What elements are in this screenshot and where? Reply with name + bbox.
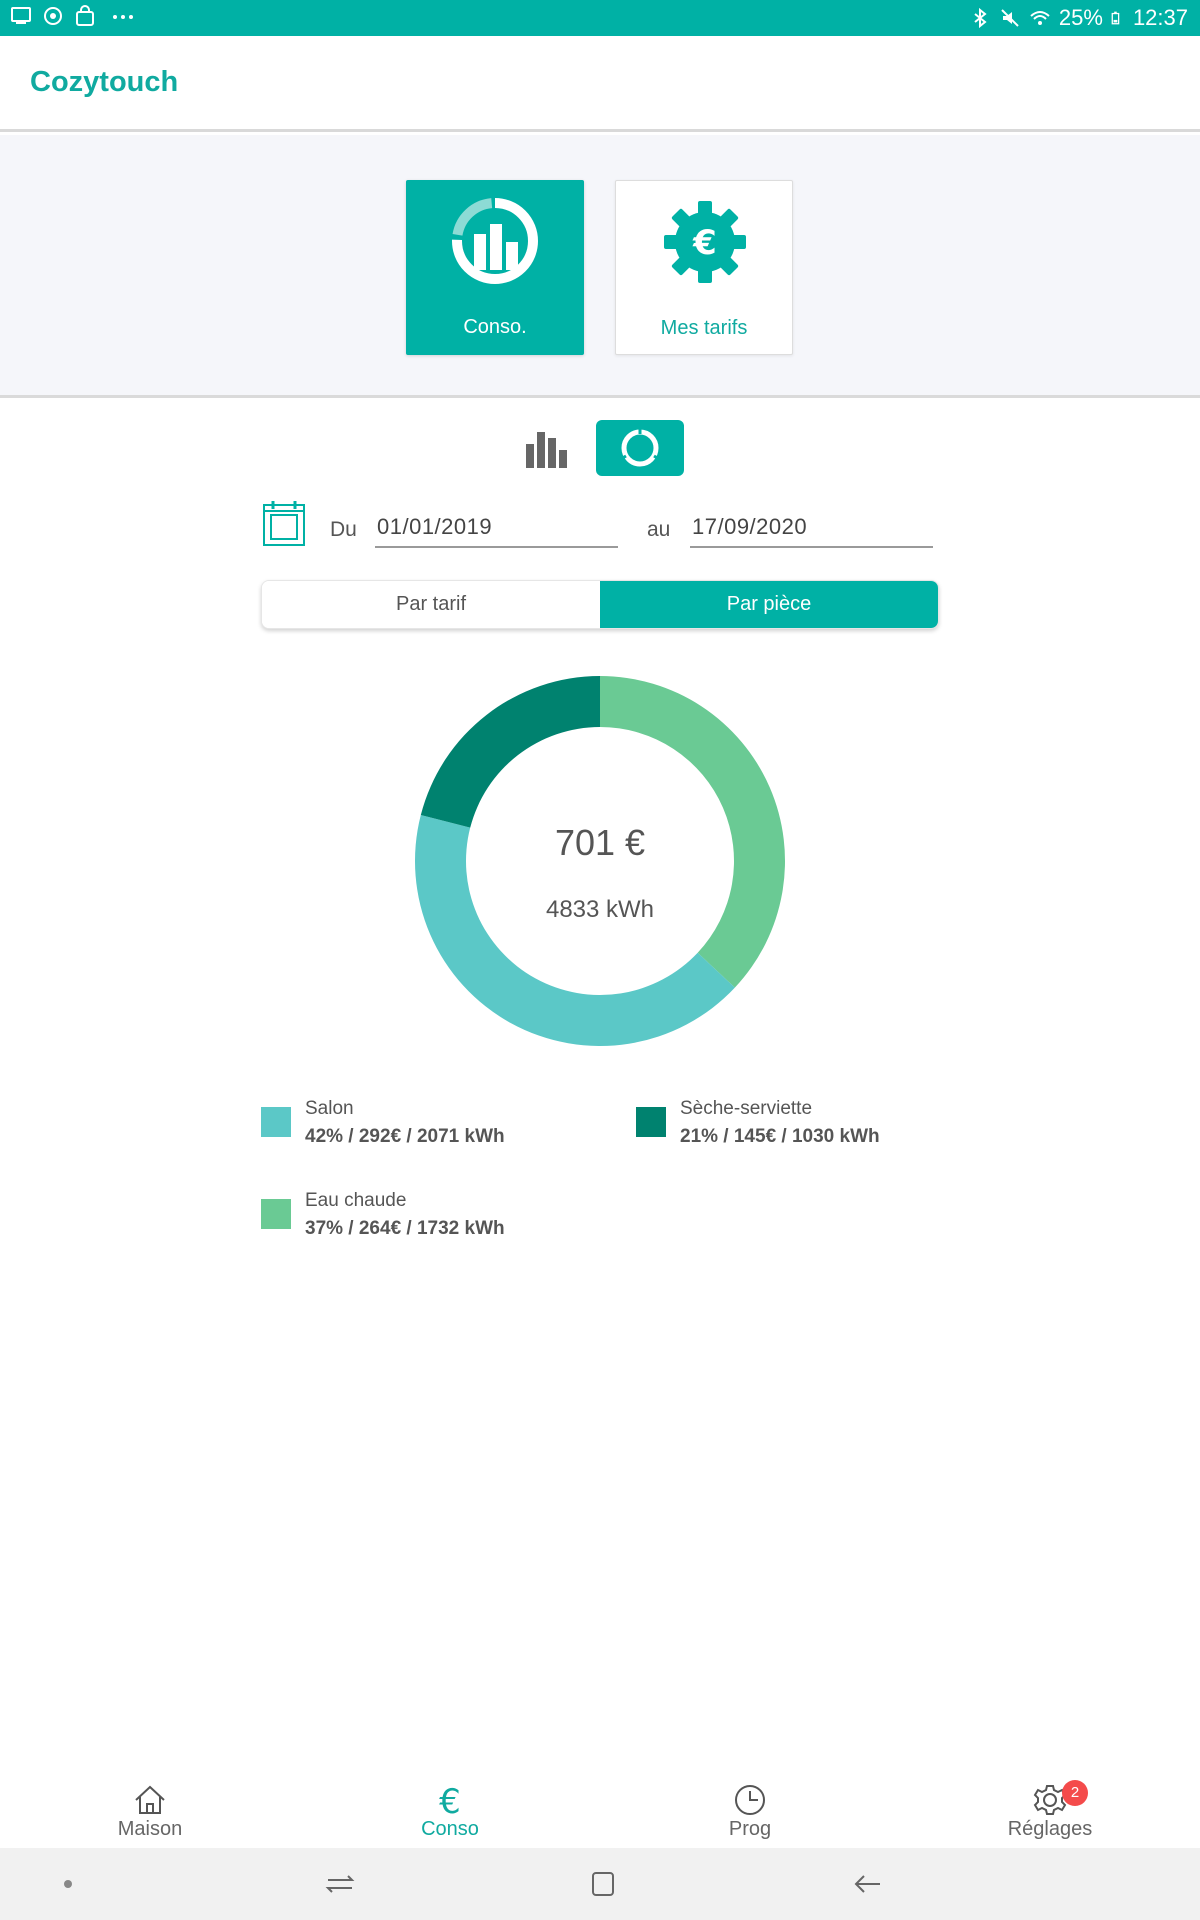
to-label: au [647, 518, 671, 541]
svg-text:€: € [692, 223, 717, 263]
legend-values: 21% / 145€ / 1030 kWh [680, 1126, 880, 1147]
recents-icon[interactable] [322, 1866, 358, 1902]
status-left-icons [10, 5, 136, 27]
date-range: Du 01/01/2019 au 17/09/2020 [0, 496, 1200, 556]
nav-prog[interactable]: Prog [650, 1766, 850, 1848]
conso-card[interactable]: Conso. [406, 180, 584, 355]
nav-label: Conso [421, 1818, 479, 1840]
app-bar: Cozytouch [0, 36, 1200, 132]
more-icon [113, 15, 133, 19]
system-navigation-bar [0, 1848, 1200, 1920]
clock-icon [735, 1785, 765, 1815]
legend-name: Sèche-serviette [680, 1098, 813, 1119]
legend-swatch [636, 1107, 666, 1137]
nav-reglages[interactable]: 2 Réglages [950, 1766, 1150, 1848]
euro-icon: € [439, 1782, 461, 1818]
clock-time: 12:37 [1132, 5, 1188, 30]
breakdown-toggle: Par tarif Par pièce [261, 580, 939, 629]
legend-name: Salon [305, 1098, 354, 1119]
conso-card-label: Conso. [463, 316, 527, 338]
legend-item-seche-serviette: Sèche-serviette 21% / 145€ / 1030 kWh [636, 1095, 880, 1151]
status-bar: 25% 12:37 [0, 0, 1200, 36]
from-date-field[interactable]: 01/01/2019 [375, 510, 618, 548]
legend-swatch [261, 1107, 291, 1137]
sync-icon [44, 7, 62, 25]
from-label: Du [330, 518, 357, 541]
chart-legend: Salon 42% / 292€ / 2071 kWh Sèche-servie… [0, 1095, 1200, 1255]
nav-conso[interactable]: € Conso [350, 1766, 550, 1848]
donut-view-button[interactable] [596, 420, 684, 476]
nav-label: Prog [728, 1818, 772, 1840]
chart-center-kwh: 4833 kWh [546, 896, 654, 923]
battery-percent: 25% [1058, 5, 1103, 30]
legend-item-salon: Salon 42% / 292€ / 2071 kWh [261, 1095, 505, 1151]
legend-item-eau-chaude: Eau chaude 37% / 264€ / 1732 kWh [261, 1187, 505, 1243]
home-button-icon[interactable] [585, 1866, 621, 1902]
donut-icon [620, 428, 660, 467]
donut-bars-icon [452, 198, 538, 284]
home-icon [135, 1785, 165, 1814]
bag-icon [76, 5, 94, 26]
app-title: Cozytouch [30, 66, 179, 98]
wifi-icon [1030, 11, 1050, 25]
nav-maison[interactable]: Maison [50, 1766, 250, 1848]
to-date-field[interactable]: 17/09/2020 [690, 510, 933, 548]
par-tarif-tab[interactable]: Par tarif [262, 581, 600, 628]
legend-values: 37% / 264€ / 1732 kWh [305, 1218, 505, 1239]
tarifs-card[interactable]: € Mes tarifs [615, 180, 793, 355]
chart-center-total: 701 € [555, 822, 645, 863]
view-toggle [0, 420, 1200, 476]
screen-icon [11, 7, 31, 24]
consumption-donut-chart: 701 € 4833 kWh [415, 676, 785, 1046]
status-right-icons: 25% 12:37 [969, 5, 1188, 31]
calendar-icon[interactable] [262, 499, 306, 547]
notification-badge: 2 [1062, 1780, 1088, 1806]
legend-swatch [261, 1199, 291, 1229]
nav-label: Maison [117, 1818, 183, 1840]
category-cards: Conso. € Mes tarifs [0, 135, 1200, 398]
svg-text:€: € [439, 1782, 461, 1818]
dot-icon[interactable] [50, 1866, 86, 1902]
donut-slice-s-che-serviette[interactable] [420, 676, 600, 828]
legend-name: Eau chaude [305, 1190, 407, 1211]
battery-icon [1111, 11, 1120, 25]
mute-icon [1001, 9, 1019, 27]
tarifs-card-label: Mes tarifs [660, 317, 748, 339]
legend-values: 42% / 292€ / 2071 kWh [305, 1126, 505, 1147]
bottom-navigation: Maison € Conso Prog 2 Réglages [0, 1766, 1200, 1848]
euro-gear-icon: € [664, 201, 746, 283]
back-icon[interactable] [850, 1866, 886, 1902]
bar-chart-view-button[interactable] [520, 426, 570, 472]
par-piece-tab[interactable]: Par pièce [600, 581, 938, 628]
nav-label: Réglages [1007, 1818, 1093, 1840]
bluetooth-icon [974, 7, 987, 29]
